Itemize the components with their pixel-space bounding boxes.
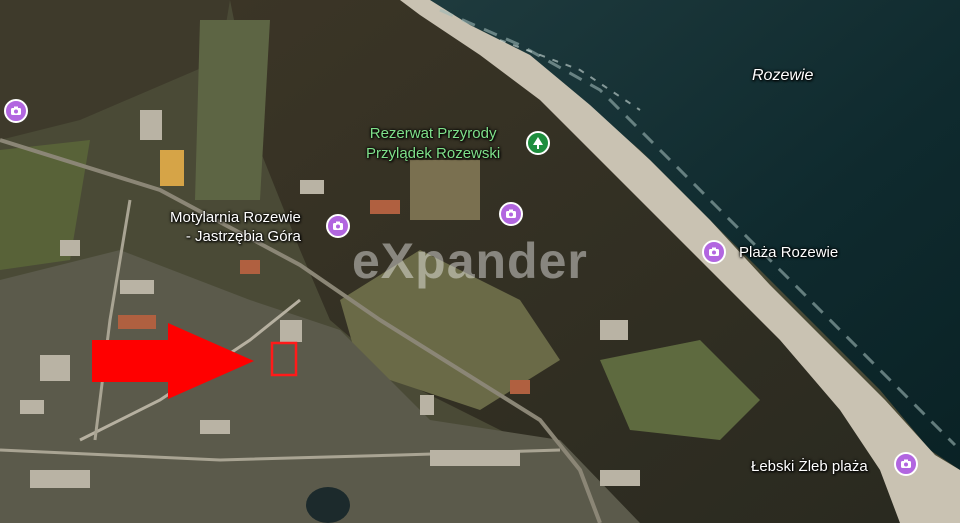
camera-icon [11,106,21,115]
place-pin-beach1[interactable] [702,240,726,264]
place-label-butterfly: Motylarnia Rozewie - Jastrzębia Góra [170,209,301,245]
place-pin-reserve[interactable] [526,131,550,155]
place-pin-unlabeled[interactable] [499,202,523,226]
field-area [195,20,270,200]
camera-icon [333,221,343,230]
place-pin-beach2[interactable] [894,452,918,476]
place-label-beach1: Plaża Rozewie [739,244,839,261]
pond [306,487,350,523]
place-label-reserve: Rezerwat Przyrody Przylądek Rozewski [366,125,501,162]
field-area [410,160,480,220]
watermark: eXpander [352,233,588,289]
place-label-beach2: Łebski Żleb plaża [751,458,868,475]
camera-icon [901,459,911,468]
camera-icon [506,209,516,218]
place-pin-unlabeled[interactable] [4,99,28,123]
place-pin-butterfly[interactable] [326,214,350,238]
water-label: Rozewie [752,67,814,84]
camera-icon [709,247,719,256]
tree-icon [533,137,543,149]
